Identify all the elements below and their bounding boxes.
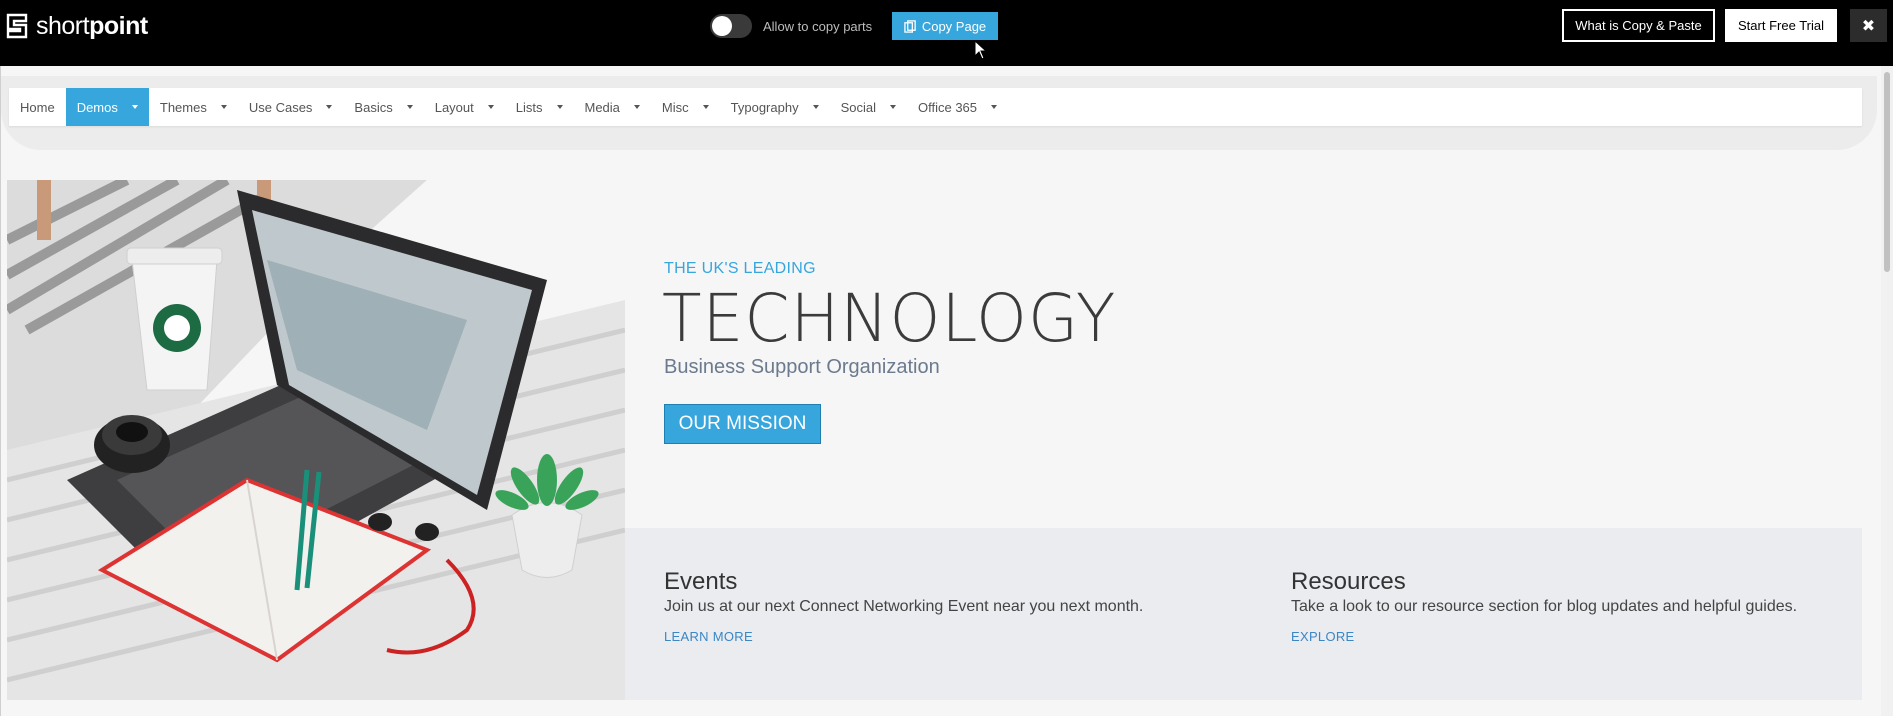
nav-item-layout[interactable]: Layout — [424, 88, 505, 126]
nav-item-use-cases[interactable]: Use Cases — [238, 88, 344, 126]
caret-down-icon — [326, 105, 333, 109]
resources-section: Resources Take a look to our resource se… — [1291, 568, 1797, 646]
hero-subline: Business Support Organization — [664, 356, 940, 378]
nav-item-media[interactable]: Media — [574, 88, 651, 126]
what-is-copy-paste-button[interactable]: What is Copy & Paste — [1562, 9, 1715, 42]
toggle-knob — [712, 16, 732, 36]
logo-text: shortpoint — [36, 11, 148, 40]
nav-item-misc[interactable]: Misc — [651, 88, 720, 126]
caret-down-icon — [890, 105, 896, 109]
copy-parts-label: Allow to copy parts — [763, 18, 873, 34]
events-title: Events — [664, 568, 738, 595]
caret-down-icon — [406, 105, 413, 109]
caret-down-icon — [220, 105, 227, 109]
scrollbar[interactable] — [1881, 66, 1893, 716]
shortpoint-logo-icon — [6, 13, 28, 39]
caret-down-icon — [702, 105, 709, 109]
main-nav: Home Demos Themes Use Cases Basics Layout List… — [9, 88, 1862, 126]
nav-item-label: Misc — [661, 99, 689, 115]
nav-item-label: Home — [20, 99, 55, 115]
caret-down-icon — [487, 105, 494, 109]
start-free-trial-button[interactable]: Start Free Trial — [1725, 9, 1837, 42]
explore-link[interactable]: EXPLORE — [1291, 629, 1355, 644]
our-mission-button[interactable]: OUR MISSION — [664, 404, 821, 444]
nav-item-label: Lists — [515, 99, 543, 115]
nav-item-label: Typography — [730, 99, 799, 115]
nav-item-themes[interactable]: Themes — [149, 88, 238, 126]
close-icon[interactable]: ✖ — [1850, 9, 1887, 42]
caret-down-icon — [131, 105, 138, 109]
shortpoint-logo[interactable]: shortpoint — [6, 12, 148, 40]
hero-headline: TECHNOLOGY — [662, 280, 1117, 357]
nav-item-label: Use Cases — [248, 99, 313, 115]
caret-down-icon — [556, 105, 563, 109]
nav-item-label: Social — [840, 99, 876, 115]
nav-item-label: Layout — [434, 99, 474, 115]
copy-page-button[interactable]: Copy Page — [892, 12, 998, 40]
copy-icon — [904, 19, 916, 33]
nav-item-demos[interactable]: Demos — [65, 88, 149, 126]
mouse-cursor-icon — [974, 40, 988, 60]
top-bar: shortpoint Allow to copy parts Copy Page… — [0, 0, 1893, 66]
nav-item-label: Media — [584, 99, 620, 115]
desk-scene-illustration — [7, 180, 625, 700]
nav-item-social[interactable]: Social — [830, 88, 907, 126]
nav-item-label: Office 365 — [918, 99, 978, 115]
resources-title: Resources — [1291, 568, 1406, 595]
caret-down-icon — [812, 105, 819, 109]
caret-down-icon — [991, 105, 998, 109]
nav-item-office-365[interactable]: Office 365 — [907, 88, 1008, 126]
copy-page-label: Copy Page — [921, 18, 987, 34]
nav-item-home[interactable]: Home — [9, 88, 66, 126]
nav-item-typography[interactable]: Typography — [720, 88, 830, 126]
nav-item-label: Themes — [159, 99, 207, 115]
copy-parts-toggle[interactable] — [710, 14, 752, 38]
caret-down-icon — [633, 105, 640, 109]
events-section: Events Join us at our next Connect Netwo… — [664, 568, 1143, 646]
events-text: Join us at our next Connect Networking E… — [664, 598, 1144, 615]
resources-text: Take a look to our resource section for … — [1291, 598, 1798, 615]
nav-item-basics[interactable]: Basics — [343, 88, 423, 126]
hero-eyebrow: THE UK'S LEADING — [664, 260, 816, 277]
nav-item-label: Demos — [76, 99, 118, 115]
info-panel: Events Join us at our next Connect Netwo… — [625, 528, 1862, 700]
scrollbar-thumb[interactable] — [1884, 72, 1890, 272]
learn-more-link[interactable]: LEARN MORE — [664, 629, 753, 644]
nav-item-label: Basics — [354, 99, 393, 115]
copy-parts-toggle-group: Allow to copy parts — [710, 14, 872, 38]
hero-image — [7, 180, 625, 700]
nav-item-lists[interactable]: Lists — [505, 88, 574, 126]
